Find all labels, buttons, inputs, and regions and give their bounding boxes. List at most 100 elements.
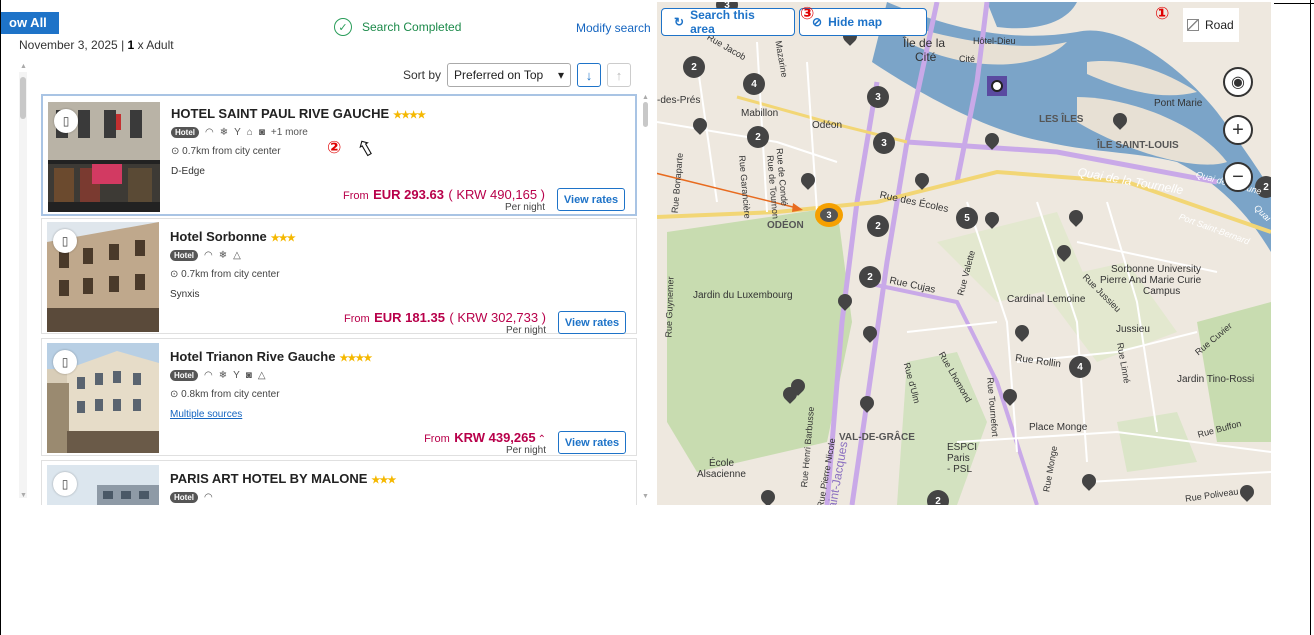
star-rating: ★★★ (371, 475, 396, 486)
view-rates-button[interactable]: View rates (558, 431, 626, 454)
map-cluster-marker[interactable]: 2 (927, 490, 949, 505)
guest-count: 1 (127, 38, 135, 52)
hotel-type-badge: Hotel (170, 250, 198, 261)
hotel-name[interactable]: PARIS ART HOTEL BY MALONE ★★★ (170, 471, 396, 486)
map-cluster-marker[interactable]: 2 (683, 56, 705, 78)
map-cluster-marker[interactable]: 4 (743, 73, 765, 95)
sort-label: Sort by (403, 68, 442, 82)
refresh-icon: ↻ (674, 15, 685, 29)
map-label-cite-station: Cité (959, 54, 976, 64)
my-location-button[interactable]: ◉ (1223, 67, 1253, 97)
scroll-up-arrow-icon[interactable]: ▲ (20, 63, 27, 70)
map-cluster-marker[interactable]: 2 (747, 126, 769, 148)
hotel-name[interactable]: Hotel Trianon Rive Gauche ★★★★ (170, 349, 372, 364)
search-this-area-button[interactable]: ↻ Search this area (661, 8, 795, 36)
hotel-card[interactable]: ▯ Hotel Sorbonne ★★★ Hotel ◠ ❄ △ ⊙ 0.7km … (41, 218, 637, 336)
hide-map-button[interactable]: ⊘ Hide map (799, 8, 927, 36)
multiple-sources-link[interactable]: Multiple sources (170, 409, 242, 420)
scroll-down-arrow-icon[interactable]: ▼ (20, 492, 27, 499)
rate-source: D-Edge (171, 166, 205, 177)
bookmark-icon[interactable]: ▯ (54, 109, 78, 133)
star-rating: ★★★★ (339, 353, 372, 364)
outer-scrollbar-thumb[interactable] (20, 77, 26, 119)
from-label: From (343, 190, 369, 202)
rate-source: Synxis (170, 289, 200, 300)
hotel-photo[interactable]: ▯ (47, 343, 159, 453)
hotel-card[interactable]: ▯ Hotel Trianon Rive Gauche ★★★★ Hotel ◠ … (41, 338, 637, 456)
map-label-ile-saint-louis: ÎLE SAINT-LOUIS (1097, 140, 1179, 151)
sort-controls: Sort by Preferred on Top ▾ ↓ ↑ (403, 63, 632, 87)
triangle-icon: △ (257, 370, 266, 381)
map-cluster-marker[interactable]: 5 (956, 207, 978, 229)
amenities-row: Hotel ◠ ❄ Y ◙ △ (170, 370, 266, 381)
chevron-down-icon: ▾ (557, 68, 565, 82)
map-cluster-marker[interactable]: 3 (873, 132, 895, 154)
chevron-up-icon[interactable]: ⌃ (538, 434, 546, 445)
search-summary: November 3, 2025 | 1 x Adult (19, 38, 174, 52)
price-value: EUR 293.63 (373, 187, 444, 202)
concierge-icon: ⌂ (246, 127, 253, 138)
bookmark-icon[interactable]: ▯ (53, 472, 77, 496)
hotel-photo[interactable]: ▯ (48, 102, 160, 212)
search-this-area-label: Search this area (690, 8, 755, 36)
list-scroll-down-icon[interactable]: ▼ (642, 493, 649, 500)
modify-search-link[interactable]: Modify search (576, 21, 651, 35)
location-pin-icon: ⊙ (171, 146, 180, 157)
map-cluster-marker[interactable]: 2 (867, 215, 889, 237)
map-cluster-marker[interactable]: 2 (859, 266, 881, 288)
per-night-label: Per night (504, 202, 545, 213)
zoom-out-button[interactable]: − (1223, 162, 1253, 192)
bookmark-icon[interactable]: ▯ (53, 229, 77, 253)
list-scrollbar[interactable] (641, 92, 650, 502)
search-status: ✓ Search Completed (334, 18, 461, 36)
map-label-pierre-marie: Pierre And Marie Curie (1100, 275, 1202, 286)
map-view[interactable]: 2 4 2 3 3 2 5 2 4 2 2 3 3 Île de la Cité… (657, 2, 1271, 505)
map-label-des-pres: -des-Prés (657, 95, 701, 106)
show-all-button[interactable]: ow All (1, 12, 59, 34)
plus-icon: + (1232, 118, 1244, 141)
amenities-row: Hotel ◠ ❄ △ (170, 250, 241, 261)
map-cluster-marker[interactable]: 4 (1069, 356, 1091, 378)
map-label-campus: Campus (1143, 286, 1181, 297)
list-scroll-up-icon[interactable]: ▲ (642, 94, 649, 101)
highlighted-cluster-marker[interactable]: 3 (815, 203, 843, 227)
map-label-hotel-dieu: Hôtel-Dieu (973, 36, 1016, 46)
distance-info: ⊙ 0.7km from city center (170, 269, 280, 280)
hotel-photo[interactable]: ▯ (47, 465, 159, 505)
wifi-icon: ◠ (204, 492, 213, 503)
price-block: From KRW 439,265 ⌃ Per night (424, 429, 546, 456)
results-panel: ow All November 3, 2025 | 1 x Adult ✓ Se… (1, 0, 657, 505)
star-rating: ★★★ (270, 233, 296, 244)
sort-selected-value: Preferred on Top (454, 68, 544, 82)
view-rates-button[interactable]: View rates (557, 188, 625, 211)
outer-scrollbar[interactable] (19, 72, 27, 498)
bookmark-icon[interactable]: ▯ (53, 350, 77, 374)
view-rates-button[interactable]: View rates (558, 311, 626, 334)
sort-select[interactable]: Preferred on Top ▾ (447, 63, 572, 87)
hotel-photo[interactable]: ▯ (47, 222, 159, 332)
triangle-icon: △ (233, 250, 241, 261)
sort-descending-button[interactable]: ↓ (577, 63, 602, 87)
map-label-paris: Paris (947, 453, 970, 464)
map-style-road-button[interactable]: Road (1183, 8, 1239, 42)
hotel-name[interactable]: Hotel Sorbonne ★★★ (170, 229, 296, 244)
map-label-ile-de-la-cite: Île de la (903, 36, 946, 50)
map-cluster-marker[interactable]: 3 (867, 86, 889, 108)
hotel-name[interactable]: HOTEL SAINT PAUL RIVE GAUCHE ★★★★ (171, 106, 426, 121)
hotel-card[interactable]: ▯ PARIS ART HOTEL BY MALONE ★★★ Hotel ◠ (41, 460, 637, 505)
more-amenities-link[interactable]: +1 more (271, 127, 308, 138)
selected-hotel-pin[interactable] (987, 76, 1007, 96)
map-label-espci: ESPCI (947, 442, 978, 453)
sort-ascending-button[interactable]: ↑ (607, 63, 632, 87)
distance-text: 0.7km from city center (182, 146, 281, 157)
annotation-marker-1: ① (1155, 4, 1170, 24)
price-value: KRW 439,265 (454, 430, 536, 445)
hotel-name-text: Hotel Sorbonne (170, 229, 267, 244)
list-scrollbar-thumb[interactable] (643, 102, 648, 127)
zoom-in-button[interactable]: + (1223, 115, 1253, 145)
hotel-name-text: Hotel Trianon Rive Gauche (170, 349, 336, 364)
wifi-icon: ◠ (204, 250, 213, 261)
map-label-cardinal-lemoine: Cardinal Lemoine (1007, 294, 1086, 305)
map-label-jardin-tino-rossi: Jardin Tino-Rossi (1177, 374, 1255, 385)
map-label-alsacienne: Alsacienne (697, 469, 746, 480)
